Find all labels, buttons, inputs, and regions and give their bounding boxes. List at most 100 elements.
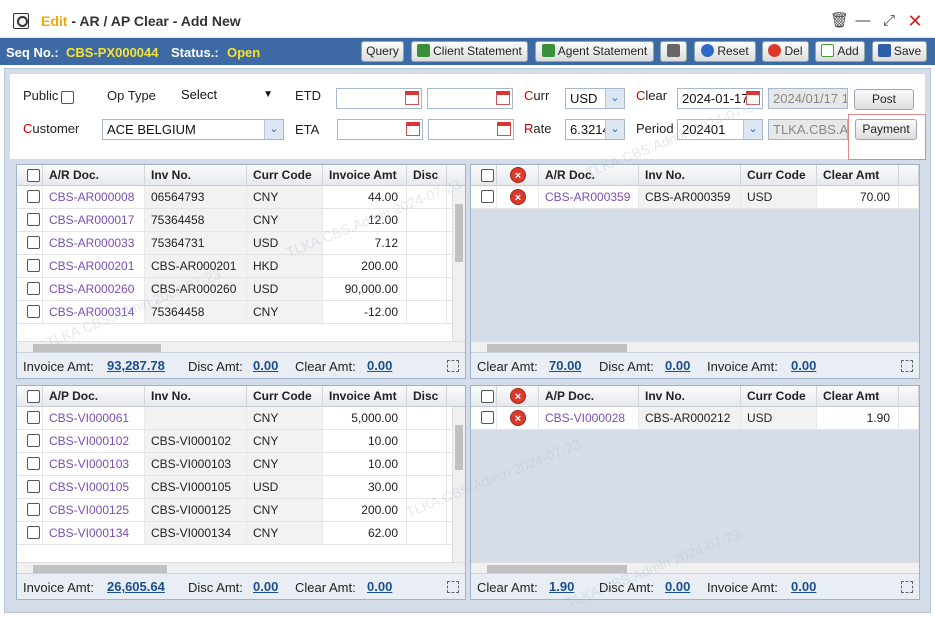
calendar-icon[interactable] <box>496 91 510 105</box>
calendar-icon[interactable] <box>746 91 760 105</box>
clear-date-input[interactable]: 2024-01-17 <box>677 88 763 109</box>
select-all-checkbox-cell[interactable] <box>17 386 43 407</box>
row-checkbox[interactable] <box>27 434 40 447</box>
column-header[interactable]: Clear Amt <box>817 165 899 186</box>
query-button[interactable]: Query <box>361 41 404 62</box>
table-row[interactable]: CBS-VI000102 CBS-VI000102 CNY 10.00 <box>17 430 465 453</box>
footer-value-link[interactable]: 0.00 <box>665 358 690 373</box>
maximize-icon[interactable]: ⤢ <box>880 12 898 30</box>
column-header[interactable]: Inv No. <box>145 165 247 186</box>
row-checkbox-cell[interactable] <box>17 522 43 544</box>
calendar-icon[interactable] <box>405 91 419 105</box>
doc-link[interactable]: CBS-AR000017 <box>43 209 145 231</box>
select-all-checkbox[interactable] <box>27 169 40 182</box>
select-all-checkbox-cell[interactable] <box>471 386 497 407</box>
row-checkbox-cell[interactable] <box>17 232 43 254</box>
doc-link[interactable]: CBS-VI000134 <box>43 522 145 544</box>
select-all-checkbox[interactable] <box>481 390 494 403</box>
post-button[interactable]: Post <box>854 89 914 110</box>
fullscreen-icon[interactable] <box>447 581 459 593</box>
remove-icon[interactable]: × <box>510 167 526 183</box>
select-all-checkbox-cell[interactable] <box>17 165 43 186</box>
doc-link[interactable]: CBS-VI000125 <box>43 499 145 521</box>
reset-button[interactable]: Reset <box>694 41 756 62</box>
row-checkbox[interactable] <box>27 236 40 249</box>
remove-all-header[interactable]: × <box>497 386 539 407</box>
column-header[interactable]: Invoice Amt <box>323 386 407 407</box>
doc-link[interactable]: CBS-AR000314 <box>43 301 145 323</box>
column-header[interactable]: Curr Code <box>247 165 323 186</box>
column-header[interactable]: Disc <box>407 386 447 407</box>
column-header[interactable]: A/R Doc. <box>539 165 639 186</box>
table-row[interactable]: × CBS-VI000028 CBS-AR000212 USD 1.90 <box>471 407 919 430</box>
minimize-icon[interactable]: — <box>854 12 872 30</box>
column-header[interactable]: Clear Amt <box>817 386 899 407</box>
vertical-scrollbar[interactable] <box>452 407 465 562</box>
footer-value-link[interactable]: 93,287.78 <box>107 358 165 373</box>
del-button[interactable]: Del <box>762 41 809 62</box>
eta-to-input[interactable] <box>428 119 514 140</box>
column-header[interactable]: A/P Doc. <box>539 386 639 407</box>
select-all-checkbox[interactable] <box>481 169 494 182</box>
row-checkbox[interactable] <box>27 526 40 539</box>
add-button[interactable]: Add <box>815 41 865 62</box>
doc-link[interactable]: CBS-AR000359 <box>539 186 639 208</box>
column-header[interactable]: Disc <box>407 165 447 186</box>
column-header[interactable]: Invoice Amt <box>323 165 407 186</box>
table-row[interactable]: CBS-AR000033 75364731 USD 7.12 <box>17 232 465 255</box>
table-row[interactable]: CBS-AR000314 75364458 CNY -12.00 <box>17 301 465 324</box>
row-checkbox[interactable] <box>27 259 40 272</box>
scrollbar-thumb[interactable] <box>455 204 463 262</box>
row-checkbox[interactable] <box>27 411 40 424</box>
footer-value-link[interactable]: 0.00 <box>791 579 816 594</box>
doc-link[interactable]: CBS-AR000260 <box>43 278 145 300</box>
agent-statement-button[interactable]: Agent Statement <box>535 41 654 62</box>
table-row[interactable]: × CBS-AR000359 CBS-AR000359 USD 70.00 <box>471 186 919 209</box>
remove-icon[interactable]: × <box>510 388 526 404</box>
row-checkbox-cell[interactable] <box>17 476 43 498</box>
table-row[interactable]: CBS-VI000105 CBS-VI000105 USD 30.00 <box>17 476 465 499</box>
column-header[interactable]: A/R Doc. <box>43 165 145 186</box>
doc-link[interactable]: CBS-AR000008 <box>43 186 145 208</box>
close-icon[interactable]: ✕ <box>906 12 924 30</box>
footer-value-link[interactable]: 0.00 <box>253 579 278 594</box>
doc-link[interactable]: CBS-VI000028 <box>539 407 639 429</box>
doc-link[interactable]: CBS-VI000102 <box>43 430 145 452</box>
public-checkbox[interactable] <box>61 91 74 104</box>
table-row[interactable]: CBS-VI000134 CBS-VI000134 CNY 62.00 <box>17 522 465 545</box>
remove-icon[interactable]: × <box>510 410 526 426</box>
column-header[interactable]: Inv No. <box>639 165 741 186</box>
table-row[interactable]: CBS-VI000061 CNY 5,000.00 <box>17 407 465 430</box>
footer-value-link[interactable]: 0.00 <box>253 358 278 373</box>
payment-button[interactable]: Payment <box>855 119 917 140</box>
row-checkbox[interactable] <box>481 190 494 203</box>
remove-row-cell[interactable]: × <box>497 407 539 429</box>
footer-value-link[interactable]: 0.00 <box>791 358 816 373</box>
row-checkbox-cell[interactable] <box>17 499 43 521</box>
table-row[interactable]: CBS-AR000260 CBS-AR000260 USD 90,000.00 <box>17 278 465 301</box>
calendar-icon[interactable] <box>497 122 511 136</box>
fullscreen-icon[interactable] <box>901 581 913 593</box>
footer-value-link[interactable]: 26,605.64 <box>107 579 165 594</box>
scrollbar-thumb[interactable] <box>33 565 167 573</box>
remove-all-header[interactable]: × <box>497 165 539 186</box>
row-checkbox-cell[interactable] <box>17 407 43 429</box>
doc-link[interactable]: CBS-VI000105 <box>43 476 145 498</box>
row-checkbox-cell[interactable] <box>17 278 43 300</box>
row-checkbox-cell[interactable] <box>471 186 497 208</box>
row-checkbox[interactable] <box>27 480 40 493</box>
row-checkbox-cell[interactable] <box>17 301 43 323</box>
table-row[interactable]: CBS-VI000125 CBS-VI000125 CNY 200.00 <box>17 499 465 522</box>
scrollbar-thumb[interactable] <box>487 344 627 352</box>
save-button[interactable]: Save <box>872 41 927 62</box>
print-button[interactable] <box>660 41 687 62</box>
period-select[interactable]: 202401 ⌄ <box>677 119 763 140</box>
footer-value-link[interactable]: 1.90 <box>549 579 574 594</box>
column-header[interactable]: Curr Code <box>741 386 817 407</box>
column-header[interactable]: Curr Code <box>741 165 817 186</box>
rate-input[interactable]: 6.3214 ⌄ <box>565 119 625 140</box>
row-checkbox[interactable] <box>27 305 40 318</box>
row-checkbox[interactable] <box>27 457 40 470</box>
curr-select[interactable]: USD ⌄ <box>565 88 625 109</box>
optype-select[interactable]: Select ▼ <box>177 85 277 106</box>
